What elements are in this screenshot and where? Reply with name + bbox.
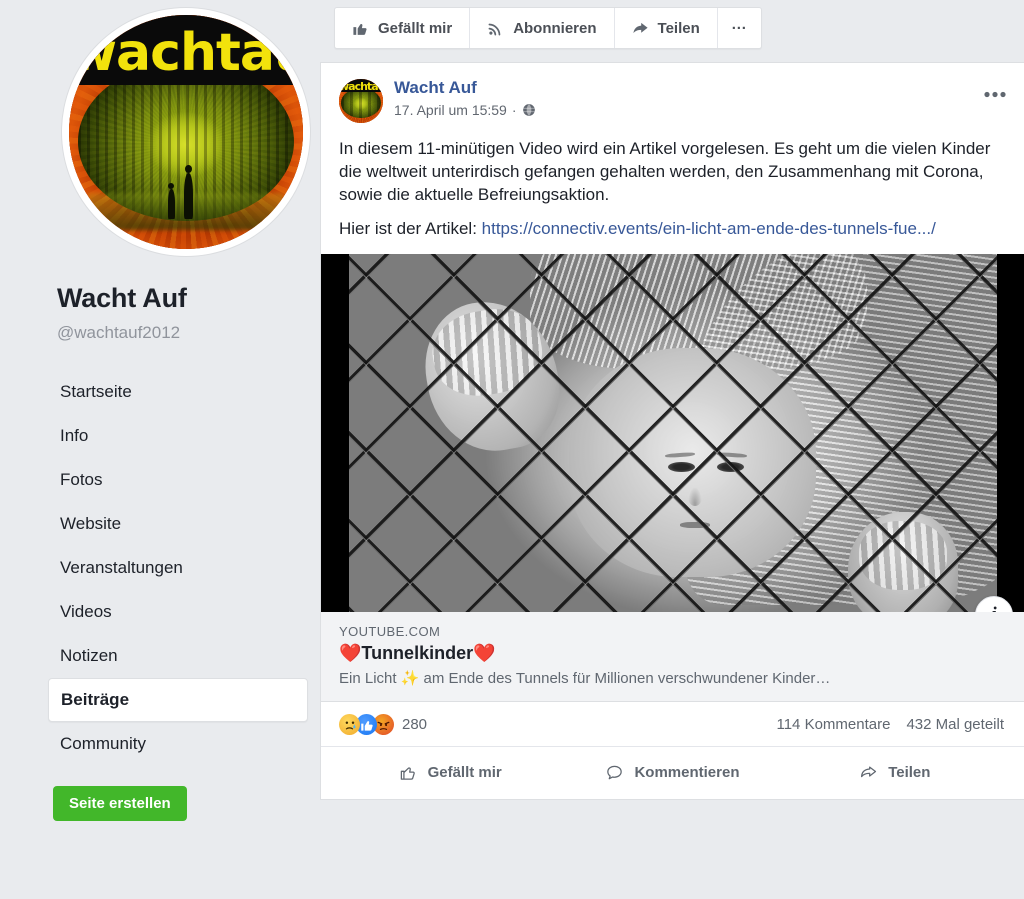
link-preview-description: Ein Licht ✨ am Ende des Tunnels für Mill… bbox=[339, 670, 831, 688]
globe-icon[interactable] bbox=[522, 103, 536, 117]
post-like-label: Gefällt mir bbox=[427, 764, 502, 782]
post-body: In diesem 11-minütigen Video wird ein Ar… bbox=[321, 123, 1024, 240]
page-handle: @wachtauf2012 bbox=[57, 323, 181, 342]
post-share-button[interactable]: Teilen bbox=[784, 752, 1006, 793]
ellipsis-icon: ··· bbox=[731, 19, 747, 37]
post-header: wachtau Wacht Auf 17. April um 15:59 · bbox=[321, 63, 1024, 123]
sidebar-item-label: Info bbox=[60, 426, 89, 445]
thumbs-up-filled-icon bbox=[353, 23, 367, 35]
reaction-count: 280 bbox=[402, 716, 428, 734]
post-paragraph-2: Hier ist der Artikel: https://connectiv.… bbox=[339, 217, 1006, 240]
sad-face-glyph bbox=[345, 721, 356, 730]
page-follow-button[interactable]: Abonnieren bbox=[470, 8, 615, 48]
post-timestamp[interactable]: 17. April um 15:59 bbox=[394, 102, 507, 118]
page-share-button[interactable]: Teilen bbox=[615, 8, 718, 48]
page-share-label: Teilen bbox=[657, 19, 700, 37]
page-profile-picture[interactable]: wachtau bbox=[62, 8, 310, 256]
sidebar-item-label: Veranstaltungen bbox=[60, 558, 183, 577]
post-like-button[interactable]: Gefällt mir bbox=[339, 752, 561, 793]
avatar-child-silhouette bbox=[168, 182, 175, 219]
avatar-artwork: wachtau bbox=[69, 15, 303, 249]
sidebar-item-info[interactable]: Info bbox=[48, 414, 308, 458]
sidebar-item-beitraege[interactable]: Beiträge bbox=[48, 678, 308, 722]
post-timestamp-row: 17. April um 15:59 · bbox=[394, 102, 536, 118]
post-video-thumbnail[interactable]: i bbox=[321, 254, 1024, 613]
sidebar-item-label: Website bbox=[60, 514, 122, 533]
sidebar-item-label: Fotos bbox=[60, 470, 103, 489]
post-share-label: Teilen bbox=[888, 764, 931, 782]
page-action-bar: Gefällt mir Abonnieren Teilen ··· bbox=[334, 7, 762, 49]
page-follow-label: Abonnieren bbox=[513, 19, 597, 37]
sidebar-item-label: Beiträge bbox=[61, 690, 130, 709]
reaction-summary[interactable]: 280 bbox=[339, 714, 428, 736]
post-comment-label: Kommentieren bbox=[634, 764, 740, 782]
sidebar-item-notizen[interactable]: Notizen bbox=[48, 634, 308, 678]
post-options-button[interactable] bbox=[984, 83, 1006, 101]
page-like-button[interactable]: Gefällt mir bbox=[335, 8, 471, 48]
comment-bubble-icon bbox=[607, 765, 623, 780]
post-author-avatar[interactable]: wachtau bbox=[339, 79, 383, 123]
sidebar-item-veranstaltungen[interactable]: Veranstaltungen bbox=[48, 546, 308, 590]
post-stats-row: 280 114 Kommentare 432 Mal geteilt bbox=[321, 702, 1024, 748]
link-preview-card[interactable]: YOUTUBE.COM ❤️Tunnelkinder❤️ Ein Licht ✨… bbox=[321, 612, 1024, 703]
page-nav: Startseite Info Fotos Website Veranstalt… bbox=[48, 370, 308, 766]
post-privacy-separator: · bbox=[511, 102, 517, 119]
link-preview-domain: YOUTUBE.COM bbox=[339, 624, 441, 640]
sidebar-item-website[interactable]: Website bbox=[48, 502, 308, 546]
page-main-column: Gefällt mir Abonnieren Teilen ··· wachta… bbox=[320, 0, 1024, 899]
post-stats-right: 114 Kommentare 432 Mal geteilt bbox=[776, 716, 1004, 733]
ellipsis-icon bbox=[984, 91, 1006, 98]
avatar-wordmark: wachtau bbox=[339, 80, 383, 92]
video-thumbnail-photo bbox=[349, 254, 997, 613]
post-article-link[interactable]: https://connectiv.events/ein-licht-am-en… bbox=[482, 219, 936, 238]
avatar-wordmark: wachtau bbox=[69, 26, 303, 79]
sidebar-item-fotos[interactable]: Fotos bbox=[48, 458, 308, 502]
thumbs-up-outline-icon bbox=[400, 767, 415, 780]
facebook-page: wachtau Wacht Auf @wachtauf2012 Startsei… bbox=[0, 0, 1024, 899]
sidebar-item-label: Notizen bbox=[60, 646, 118, 665]
post-comment-button[interactable]: Kommentieren bbox=[561, 752, 783, 793]
comment-count[interactable]: 114 Kommentare bbox=[776, 716, 890, 733]
post-actions-row: Gefällt mir Kommentieren Teilen bbox=[321, 747, 1024, 800]
page-sidebar: wachtau Wacht Auf @wachtauf2012 Startsei… bbox=[0, 0, 320, 899]
share-count[interactable]: 432 Mal geteilt bbox=[906, 716, 1004, 733]
page-like-label: Gefällt mir bbox=[378, 19, 453, 37]
link-preview-title[interactable]: ❤️Tunnelkinder❤️ bbox=[339, 643, 1006, 665]
avatar-eye-tunnel bbox=[340, 87, 382, 118]
photo-chain-link-fence bbox=[349, 254, 997, 613]
create-page-button[interactable]: Seite erstellen bbox=[53, 786, 187, 821]
rss-follow-icon bbox=[488, 23, 501, 35]
sad-reaction-icon bbox=[339, 714, 360, 736]
avatar-silhouettes bbox=[69, 164, 303, 219]
sidebar-item-community[interactable]: Community bbox=[48, 722, 308, 766]
avatar-adult-silhouette bbox=[184, 164, 193, 219]
share-arrow-filled-icon bbox=[632, 22, 648, 33]
post-paragraph-2-prefix: Hier ist der Artikel: bbox=[339, 219, 482, 239]
post-author-name[interactable]: Wacht Auf bbox=[394, 78, 536, 98]
post-paragraph-1: In diesem 11-minütigen Video wird ein Ar… bbox=[339, 139, 991, 205]
post-card: wachtau Wacht Auf 17. April um 15:59 · I… bbox=[320, 62, 1024, 801]
page-title: Wacht Auf bbox=[57, 283, 187, 313]
share-arrow-outline-icon bbox=[861, 766, 877, 778]
page-more-options-button[interactable]: ··· bbox=[718, 8, 761, 48]
sidebar-item-startseite[interactable]: Startseite bbox=[48, 370, 308, 414]
post-meta: Wacht Auf 17. April um 15:59 · bbox=[394, 77, 536, 118]
sidebar-item-label: Videos bbox=[60, 602, 112, 621]
sidebar-item-videos[interactable]: Videos bbox=[48, 590, 308, 634]
sidebar-item-label: Community bbox=[60, 734, 146, 753]
sidebar-item-label: Startseite bbox=[60, 382, 132, 401]
